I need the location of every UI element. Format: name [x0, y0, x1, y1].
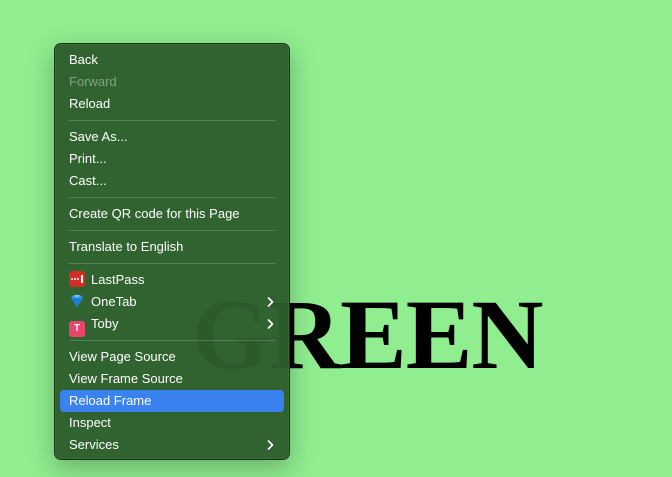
- menu-item-label: Create QR code for this Page: [69, 206, 240, 221]
- menu-item-translate[interactable]: Translate to English: [60, 236, 284, 258]
- menu-item-label: OneTab: [91, 294, 137, 309]
- context-menu: Back Forward Reload Save As... Print... …: [54, 43, 290, 460]
- menu-item-back[interactable]: Back: [60, 49, 284, 71]
- menu-item-reload-frame[interactable]: Reload Frame: [60, 390, 284, 412]
- menu-item-label: Translate to English: [69, 239, 184, 254]
- menu-item-label: Print...: [69, 151, 107, 166]
- menu-item-save-as[interactable]: Save As...: [60, 126, 284, 148]
- menu-separator: [69, 263, 275, 264]
- menu-separator: [69, 340, 275, 341]
- menu-item-services[interactable]: Services: [60, 434, 284, 456]
- menu-item-label: Forward: [69, 74, 117, 89]
- menu-item-view-page-source[interactable]: View Page Source: [60, 346, 284, 368]
- menu-item-inspect[interactable]: Inspect: [60, 412, 284, 434]
- menu-item-label: LastPass: [91, 272, 145, 287]
- menu-item-label: Toby: [91, 316, 119, 331]
- toby-icon: T: [69, 321, 85, 337]
- menu-item-cast[interactable]: Cast...: [60, 170, 284, 192]
- menu-item-print[interactable]: Print...: [60, 148, 284, 170]
- chevron-right-icon: [265, 291, 275, 313]
- menu-item-label: Reload: [69, 96, 111, 111]
- menu-separator: [69, 197, 275, 198]
- menu-item-label: View Page Source: [69, 349, 176, 364]
- menu-item-label: View Frame Source: [69, 371, 183, 386]
- web-page: GREEN Back Forward Reload Save As... Pri…: [0, 0, 672, 477]
- menu-item-lastpass[interactable]: LastPass: [60, 269, 284, 291]
- chevron-right-icon: [265, 434, 275, 456]
- menu-item-label: Save As...: [69, 129, 128, 144]
- menu-item-create-qr-code[interactable]: Create QR code for this Page: [60, 203, 284, 225]
- menu-item-label: Cast...: [69, 173, 107, 188]
- menu-item-toby[interactable]: T Toby: [60, 313, 284, 337]
- menu-item-forward: Forward: [60, 71, 284, 93]
- menu-item-label: Reload Frame: [69, 393, 152, 408]
- menu-item-onetab[interactable]: OneTab: [60, 291, 284, 313]
- menu-separator: [69, 230, 275, 231]
- chevron-right-icon: [265, 313, 275, 335]
- menu-item-view-frame-source[interactable]: View Frame Source: [60, 368, 284, 390]
- menu-item-label: Back: [69, 52, 98, 67]
- menu-item-label: Services: [69, 437, 119, 452]
- menu-item-label: Inspect: [69, 415, 111, 430]
- lastpass-icon: [69, 271, 85, 287]
- menu-separator: [69, 120, 275, 121]
- onetab-icon: [69, 293, 85, 309]
- menu-item-reload[interactable]: Reload: [60, 93, 284, 115]
